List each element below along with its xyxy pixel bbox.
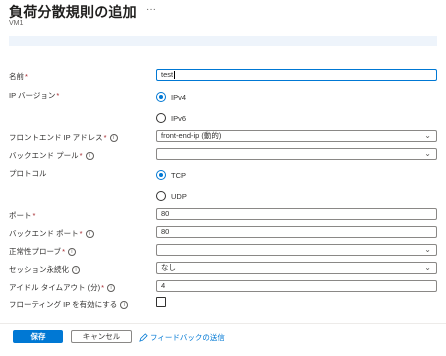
name-label: 名前* — [9, 72, 28, 81]
port-label: ポート* — [9, 211, 36, 220]
backend-pool-label: バックエンド プール* i — [9, 150, 94, 161]
chevron-down-icon: ⌄ — [424, 149, 431, 158]
info-banner — [9, 36, 437, 46]
floating-ip-label: フローティング IP を有効にする i — [9, 299, 129, 310]
floating-ip-checkbox[interactable] — [156, 297, 166, 307]
session-persistence-label: セッション永続化 i — [9, 264, 80, 275]
backend-port-input[interactable]: 80 — [156, 226, 437, 238]
radio-unselected-icon — [156, 113, 166, 123]
info-icon[interactable]: i — [107, 284, 116, 293]
radio-selected-icon — [156, 170, 166, 180]
session-persistence-select[interactable]: なし ⌄ — [156, 262, 437, 274]
info-icon[interactable]: i — [72, 266, 80, 275]
name-input[interactable]: test — [156, 69, 437, 81]
chevron-down-icon: ⌄ — [424, 245, 431, 254]
feedback-icon — [139, 333, 148, 342]
info-icon[interactable]: i — [109, 134, 118, 143]
info-icon[interactable]: i — [120, 301, 129, 310]
radio-selected-icon — [156, 92, 166, 102]
page-subtitle: VM1 — [9, 20, 24, 27]
backend-pool-select[interactable]: ⌄ — [156, 148, 437, 160]
radio-unselected-icon — [156, 191, 166, 201]
info-icon[interactable]: i — [85, 152, 94, 161]
cancel-button[interactable]: キャンセル — [71, 330, 132, 343]
protocol-udp-radio[interactable]: UDP — [156, 191, 187, 201]
info-icon[interactable]: i — [85, 230, 94, 239]
save-button[interactable]: 保存 — [13, 330, 63, 343]
health-probe-select[interactable]: ⌄ — [156, 244, 437, 256]
port-input[interactable]: 80 — [156, 208, 437, 220]
ip-version-ipv4-radio[interactable]: IPv4 — [156, 92, 186, 102]
ip-version-label: IP バージョン* — [9, 91, 60, 100]
idle-timeout-label: アイドル タイムアウト (分)* i — [9, 282, 116, 293]
idle-timeout-input[interactable]: 4 — [156, 280, 437, 292]
ip-version-ipv6-radio[interactable]: IPv6 — [156, 113, 186, 123]
protocol-tcp-radio[interactable]: TCP — [156, 170, 186, 180]
info-icon[interactable]: i — [67, 248, 76, 257]
page-title: 負荷分散規則の追加 — [9, 4, 137, 20]
protocol-label: プロトコル — [9, 169, 47, 178]
feedback-link[interactable]: フィードバックの送信 — [139, 332, 225, 343]
more-options-icon[interactable]: ··· — [146, 4, 156, 15]
chevron-down-icon: ⌄ — [424, 263, 431, 272]
health-probe-label: 正常性プローブ* i — [9, 246, 76, 257]
frontend-ip-select[interactable]: front-end-ip (動的) ⌄ — [156, 130, 437, 142]
frontend-ip-label: フロントエンド IP アドレス* i — [9, 132, 118, 143]
chevron-down-icon: ⌄ — [424, 131, 431, 140]
backend-port-label: バックエンド ポート* i — [9, 228, 94, 239]
footer-divider — [0, 323, 446, 324]
